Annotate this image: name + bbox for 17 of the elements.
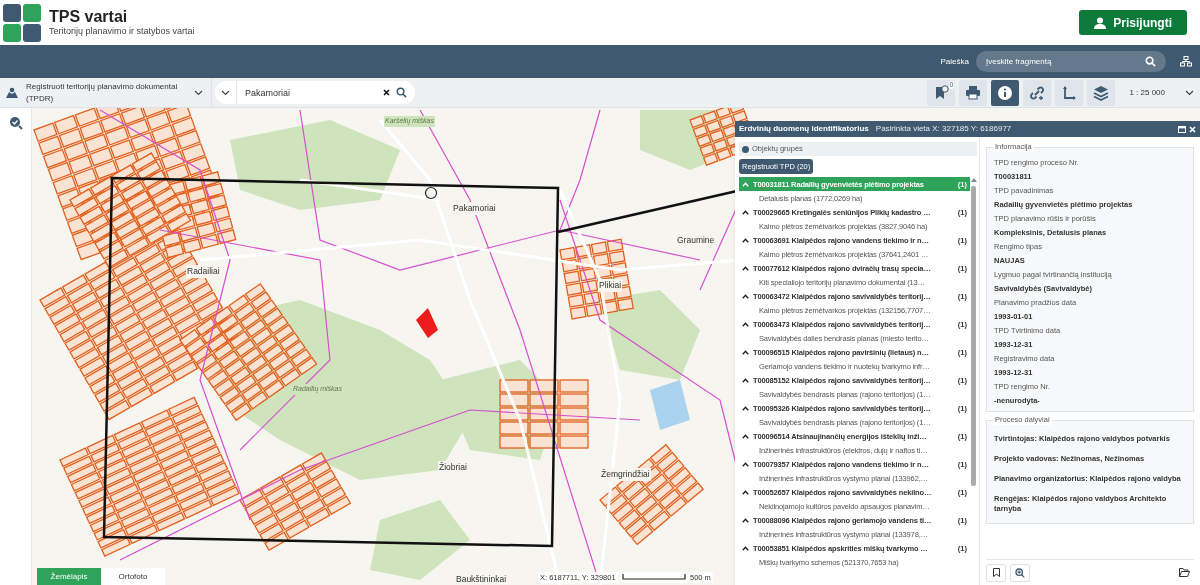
panel-title: Erdvinių duomenų identifikatorius [739,123,869,135]
base-map-tab[interactable]: Ortofoto [101,568,165,585]
login-button[interactable]: Prisijungti [1079,10,1187,35]
place-label: Baukštininkai [455,573,508,585]
place-search-box[interactable]: Pakamoriai [215,81,415,104]
search-label: Paieška [940,55,969,68]
place-label: Žemgrindžiai [600,468,651,481]
layer-select[interactable]: Registruoti teritorijų planavimo dokumentai (TPDR) [0,78,212,107]
selected-location: Pasirinkta vieta X: 327185 Y: 6186977 [875,123,1012,135]
site-subtitle: Teritorijų planavimo ir statybos vartai [49,26,195,37]
place-search-field[interactable]: Pakamoriai [236,81,377,104]
place-label: Radailiai [186,265,221,278]
place-label: Pakamoriai [452,202,497,215]
site-title: TPS vartai [49,8,129,26]
scale-value: 1 : 25 000 [1129,86,1165,99]
place-label: Žiobriai [438,461,468,474]
place-label: Plikiai [598,279,623,292]
